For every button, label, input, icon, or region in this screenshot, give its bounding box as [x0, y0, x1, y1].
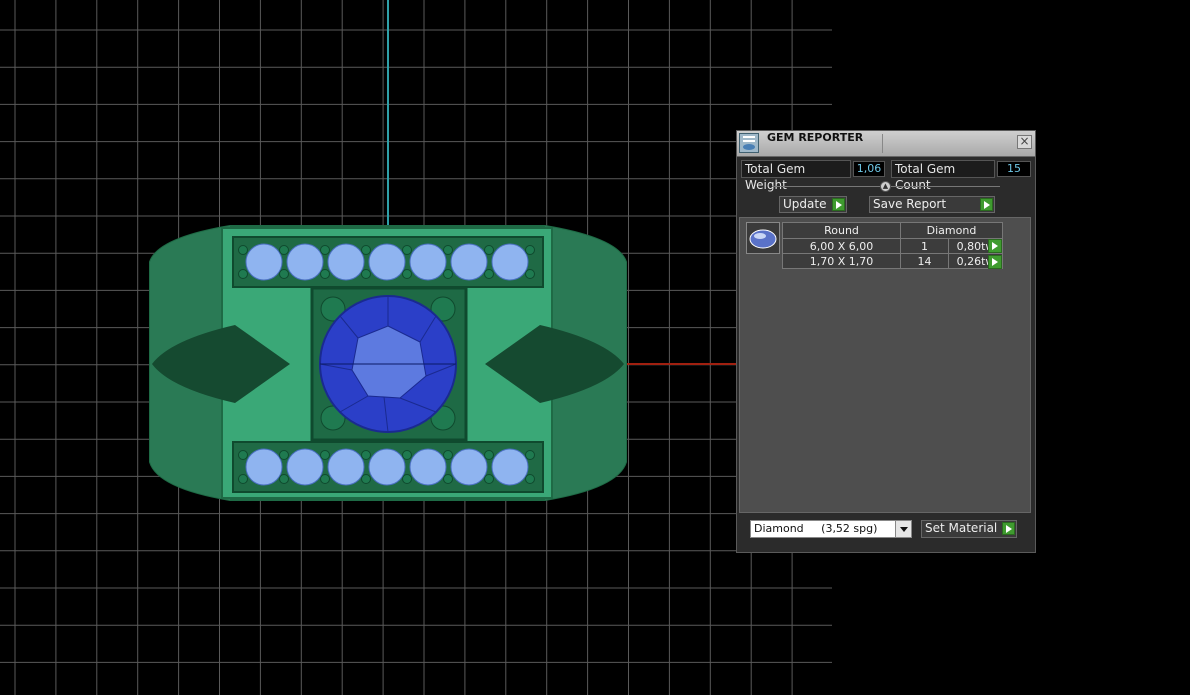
green-arrow-icon — [1002, 522, 1015, 535]
accent-gem — [368, 243, 406, 281]
bead-prong — [279, 474, 289, 484]
green-arrow-icon — [980, 198, 993, 211]
bead-prong — [361, 269, 371, 279]
material-select-value: Diamond (3,52 spg) — [754, 522, 878, 535]
accent-gem — [368, 448, 406, 486]
accent-gem — [450, 243, 488, 281]
close-icon[interactable]: × — [1017, 135, 1032, 149]
panel-title: GEM REPORTER — [767, 131, 864, 144]
gem-oval-thumbnail-icon[interactable] — [746, 222, 780, 254]
accent-gem — [491, 243, 529, 281]
column-header-material: Diamond — [900, 222, 1003, 239]
bead-prong — [402, 450, 412, 460]
total-gem-weight-value: 1,06 — [853, 161, 885, 177]
gem-table: Round Diamond 6,00 X 6,00 1 0,80tw 1,70 … — [782, 222, 1003, 269]
accent-gem — [327, 243, 365, 281]
bead-prong — [279, 450, 289, 460]
accent-gem — [245, 448, 283, 486]
bead-prong — [279, 269, 289, 279]
bead-prong — [238, 245, 248, 255]
chevron-down-icon[interactable] — [895, 521, 911, 537]
accent-gem — [327, 448, 365, 486]
bead-prong — [320, 450, 330, 460]
accent-gem — [491, 448, 529, 486]
gem-reporter-panel[interactable]: GEM REPORTER × Total Gem Weight 1,06 Tot… — [736, 130, 1036, 553]
title-bar[interactable]: GEM REPORTER × — [737, 131, 1035, 157]
bead-prong — [238, 450, 248, 460]
bead-prong — [484, 450, 494, 460]
bead-prong — [484, 245, 494, 255]
row-select-arrow-icon[interactable] — [988, 239, 1002, 253]
row-select-arrow-icon[interactable] — [988, 255, 1002, 269]
material-select[interactable]: Diamond (3,52 spg) — [750, 520, 912, 538]
accent-gem — [409, 243, 447, 281]
table-row[interactable]: 6,00 X 6,00 1 0,80tw — [782, 238, 1003, 254]
update-button-label: Update — [783, 197, 827, 211]
total-gem-count-value: 15 — [997, 161, 1031, 177]
set-material-button-label: Set Material — [925, 521, 998, 535]
save-report-button[interactable]: Save Report — [869, 196, 995, 213]
bead-prong — [279, 245, 289, 255]
bead-prong — [484, 269, 494, 279]
bead-prong — [402, 245, 412, 255]
collapse-arrow-icon[interactable]: ▲ — [880, 181, 891, 192]
green-arrow-icon — [832, 198, 845, 211]
accent-gem — [409, 448, 447, 486]
bead-prong — [525, 245, 535, 255]
bead-prong — [361, 450, 371, 460]
set-material-button[interactable]: Set Material — [921, 520, 1017, 538]
bead-prong — [238, 269, 248, 279]
accent-gem — [286, 243, 324, 281]
ring-model[interactable] — [149, 225, 627, 501]
gem-count-cell: 1 — [900, 238, 949, 254]
bead-prong — [361, 474, 371, 484]
bead-prong — [525, 450, 535, 460]
bead-prong — [320, 269, 330, 279]
gem-count-cell: 14 — [900, 253, 949, 269]
bead-prong — [443, 269, 453, 279]
accent-gem — [245, 243, 283, 281]
bead-prong — [525, 474, 535, 484]
save-report-button-label: Save Report — [873, 197, 947, 211]
column-header-shape: Round — [782, 222, 901, 239]
accent-gem — [286, 448, 324, 486]
gem-reporter-icon — [739, 133, 759, 153]
total-gem-weight-label: Total Gem Weight — [741, 160, 851, 192]
bead-prong — [320, 245, 330, 255]
bead-prong — [443, 245, 453, 255]
accent-gem — [450, 448, 488, 486]
bead-prong — [402, 269, 412, 279]
table-header-row: Round Diamond — [782, 222, 1003, 239]
bead-prong — [525, 269, 535, 279]
table-row[interactable]: 1,70 X 1,70 14 0,26tw — [782, 253, 1003, 269]
update-button[interactable]: Update — [779, 196, 847, 213]
gem-reporter-glyph — [743, 136, 755, 150]
bead-prong — [402, 474, 412, 484]
total-gem-count-label: Total Gem Count — [891, 160, 995, 192]
gem-size-cell: 1,70 X 1,70 — [782, 253, 901, 269]
bead-prong — [320, 474, 330, 484]
gem-size-cell: 6,00 X 6,00 — [782, 238, 901, 254]
bead-prong — [443, 450, 453, 460]
bead-prong — [484, 474, 494, 484]
gem-oval-glyph — [749, 229, 777, 249]
title-separator — [882, 134, 883, 153]
bead-prong — [238, 474, 248, 484]
bead-prong — [361, 245, 371, 255]
bead-prong — [443, 474, 453, 484]
